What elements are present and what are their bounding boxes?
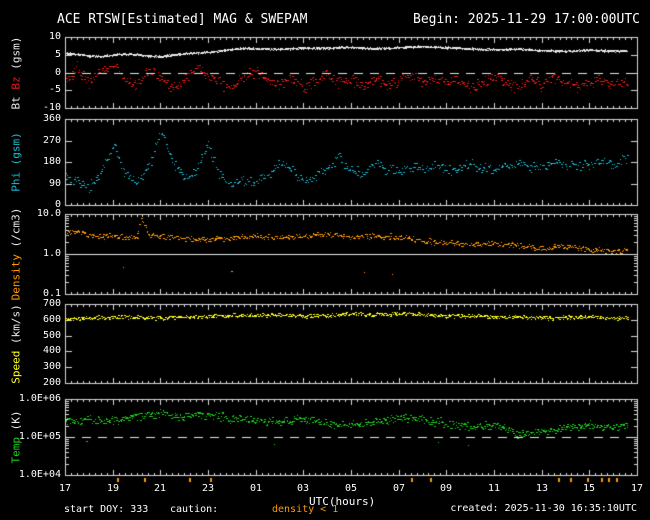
axis-title-bt-bz: Bt Bz (gsm) [10,36,23,109]
axis-title-speed: Speed (km/s) [10,304,23,383]
x-tick-label: 17 [624,484,650,494]
axis-title-part: Phi (gsm) [10,132,23,192]
x-tick-label: 21 [147,484,173,494]
axis-title-part: (gsm) [10,36,23,76]
axis-title-part: (/cm3) [10,208,23,254]
axis-title-part: Speed [10,350,23,383]
axis-title-part: (km/s) [10,304,23,350]
axis-title-part: Bz [10,76,23,96]
caution-label: caution: [170,504,218,515]
created-timestamp: created: 2025-11-30 16:35:10UTC [450,503,637,514]
axis-title-density: Density (/cm3) [10,208,23,301]
x-tick-label: 11 [481,484,507,494]
begin-timestamp: Begin: 2025-11-29 17:00:00UTC [413,12,640,27]
axis-title-phi: Phi (gsm) [10,132,23,192]
y-tick-label-temp: 1.0E+06 [0,394,61,404]
x-tick-label: 17 [52,484,78,494]
axis-title-part: (K) [10,411,23,438]
x-tick-label: 23 [195,484,221,494]
x-tick-label: 05 [338,484,364,494]
x-tick-label: 19 [100,484,126,494]
x-tick-label: 13 [529,484,555,494]
y-tick-label-phi: 360 [0,114,61,124]
start-doy-label: start DOY: 333 [64,504,148,515]
plot-title: ACE RTSW[Estimated] MAG & SWEPAM [57,12,307,27]
chart-canvas [0,0,650,520]
caution-value: density < 1 [272,504,338,515]
y-tick-label-temp: 1.0E+04 [0,470,61,480]
axis-title-part: Temp [10,437,23,464]
axis-title-part: Bt [10,96,23,109]
x-tick-label: 09 [433,484,459,494]
x-tick-label: 03 [290,484,316,494]
x-tick-label: 01 [243,484,269,494]
ace-rtsw-plot: ACE RTSW[Estimated] MAG & SWEPAM Begin: … [0,0,650,520]
axis-title-temp: Temp (K) [10,411,23,464]
x-tick-label: 07 [386,484,412,494]
x-tick-label: 15 [576,484,602,494]
axis-title-part: Density [10,254,23,300]
